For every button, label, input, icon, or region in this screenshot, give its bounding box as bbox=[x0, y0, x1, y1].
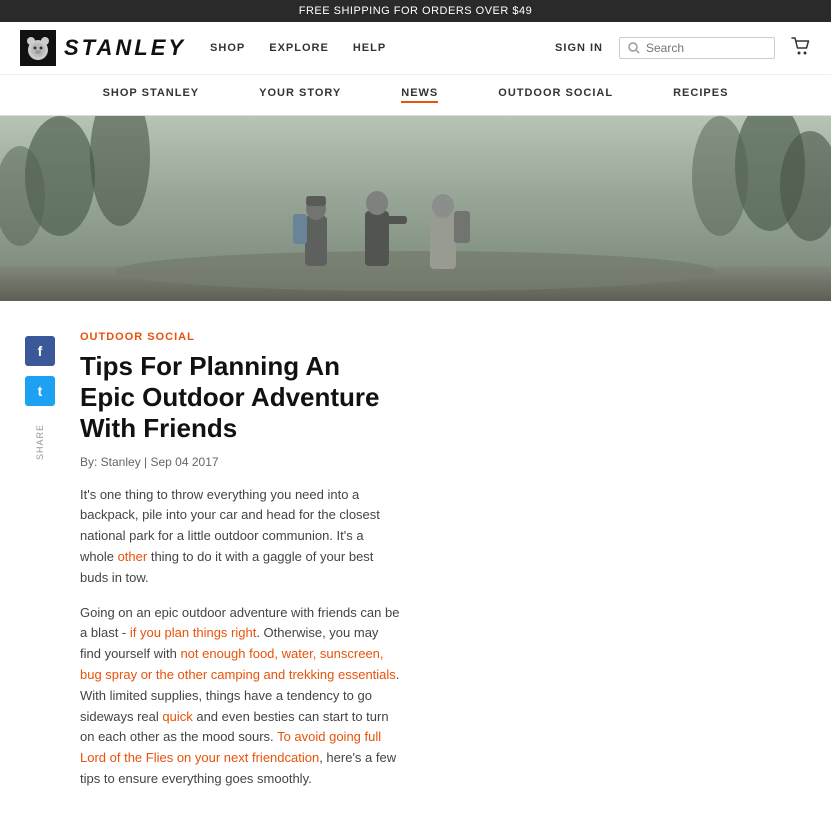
header-right: SIGN IN bbox=[555, 37, 811, 60]
facebook-share-button[interactable]: f bbox=[25, 336, 55, 366]
article-body: OUTDOOR SOCIAL Tips For Planning An Epic… bbox=[80, 331, 400, 804]
header-nav: SHOP EXPLORE HELP bbox=[210, 42, 555, 54]
nav-help[interactable]: HELP bbox=[353, 42, 386, 54]
logo-area[interactable]: STANLEY bbox=[20, 30, 186, 66]
main-header: STANLEY SHOP EXPLORE HELP SIGN IN bbox=[0, 22, 831, 75]
search-input[interactable] bbox=[646, 41, 766, 55]
lord-flies-link[interactable]: To avoid going full Lord of the Flies on… bbox=[80, 729, 381, 765]
search-icon bbox=[628, 42, 640, 54]
plan-right-link[interactable]: if you plan things right bbox=[130, 625, 256, 640]
share-text: SHARE bbox=[35, 424, 45, 460]
article-paragraph-2: Going on an epic outdoor adventure with … bbox=[80, 603, 400, 790]
not-enough-link[interactable]: not enough food, water, sunscreen, bug s… bbox=[80, 646, 396, 682]
hero-scene-svg bbox=[0, 116, 831, 301]
bear-logo-icon bbox=[20, 30, 56, 66]
article-meta: By: Stanley | Sep 04 2017 bbox=[80, 455, 400, 469]
article-title: Tips For Planning An Epic Outdoor Advent… bbox=[80, 351, 400, 445]
article-category: OUTDOOR SOCIAL bbox=[80, 331, 400, 343]
other-link[interactable]: other bbox=[118, 549, 148, 564]
announcement-text: FREE SHIPPING FOR ORDERS OVER $49 bbox=[299, 5, 533, 17]
facebook-icon: f bbox=[38, 343, 43, 359]
search-bar[interactable] bbox=[619, 37, 775, 59]
article-paragraph-1: It's one thing to throw everything you n… bbox=[80, 485, 400, 589]
cart-icon[interactable] bbox=[791, 37, 811, 60]
nav-your-story[interactable]: YOUR STORY bbox=[259, 87, 341, 103]
social-sidebar: f t SHARE bbox=[20, 331, 80, 804]
nav-shop-stanley[interactable]: SHOP STANLEY bbox=[103, 87, 200, 103]
nav-shop[interactable]: SHOP bbox=[210, 42, 245, 54]
hero-image bbox=[0, 116, 831, 301]
logo-text: STANLEY bbox=[64, 35, 186, 61]
article-author: Stanley bbox=[101, 455, 141, 469]
twitter-icon: t bbox=[38, 383, 43, 399]
nav-explore[interactable]: EXPLORE bbox=[269, 42, 329, 54]
quick-link[interactable]: quick bbox=[162, 709, 192, 724]
secondary-nav: SHOP STANLEY YOUR STORY NEWS OUTDOOR SOC… bbox=[0, 75, 831, 116]
nav-outdoor-social[interactable]: OUTDOOR SOCIAL bbox=[498, 87, 613, 103]
sign-in-link[interactable]: SIGN IN bbox=[555, 42, 603, 54]
content-area: f t SHARE OUTDOOR SOCIAL Tips For Planni… bbox=[0, 301, 831, 834]
twitter-share-button[interactable]: t bbox=[25, 376, 55, 406]
nav-news[interactable]: NEWS bbox=[401, 87, 438, 103]
announcement-bar: FREE SHIPPING FOR ORDERS OVER $49 bbox=[0, 0, 831, 22]
nav-recipes[interactable]: RECIPES bbox=[673, 87, 728, 103]
article-date: Sep 04 2017 bbox=[151, 455, 219, 469]
